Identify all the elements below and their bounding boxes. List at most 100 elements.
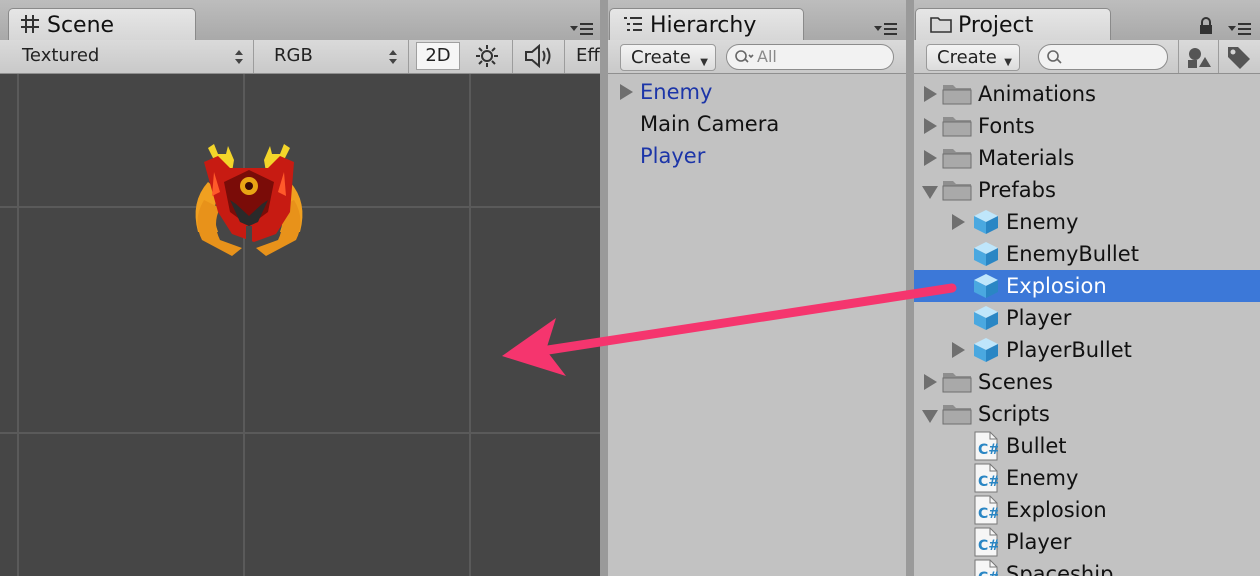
scene-viewport[interactable] [0,74,600,576]
render-mode-dropdown[interactable]: RGB [264,42,404,70]
project-script-spaceship[interactable]: C# Spaceship [914,558,1260,576]
hierarchy-tab-strip: Hierarchy [608,0,906,41]
tab-project[interactable]: Project [915,8,1111,41]
folder-icon [942,181,972,201]
project-create-button[interactable]: Create ▼ [926,44,1020,71]
prefab-cube-icon [974,274,998,298]
project-script-explosion[interactable]: C# Explosion [914,494,1260,526]
disclosure-triangle-icon[interactable] [952,342,965,358]
shapes-icon[interactable] [1186,45,1212,69]
project-item-label: PlayerBullet [1006,338,1132,362]
project-toolbar: Create ▼ [914,40,1260,74]
svg-text:C#: C# [978,474,998,490]
shading-mode-label: Textured [22,45,100,66]
project-folder-fonts[interactable]: Fonts [914,110,1260,142]
csharp-script-icon: C# [974,559,998,576]
lock-icon[interactable] [1198,16,1214,36]
prefab-cube-icon [974,306,998,330]
hierarchy-create-label: Create [631,47,691,68]
hierarchy-create-button[interactable]: Create ▼ [620,44,716,71]
effects-label: Eff [576,45,600,66]
project-script-bullet[interactable]: C# Bullet [914,430,1260,462]
lighting-toggle[interactable] [464,42,510,70]
search-icon [1047,50,1062,64]
svg-text:C#: C# [978,570,998,576]
menu-icon[interactable] [568,18,594,38]
hierarchy-item-label: Player [640,144,706,168]
folder-icon [930,17,952,33]
project-prefab-player[interactable]: Player [914,302,1260,334]
shading-mode-dropdown[interactable]: Textured [12,42,252,70]
hierarchy-item-label: Enemy [640,80,713,104]
project-search-input[interactable] [1038,44,1168,70]
disclosure-triangle-icon[interactable] [924,118,937,134]
project-item-label: Explosion [1006,498,1107,522]
toolbar-divider [564,40,565,73]
folder-icon [942,149,972,169]
project-item-label: Enemy [1006,210,1079,234]
disclosure-triangle-icon[interactable] [924,374,937,390]
chevron-down-icon: ▼ [1004,57,1012,68]
disclosure-triangle-open-icon[interactable] [922,186,938,199]
tab-hierarchy-label: Hierarchy [650,13,757,38]
project-tab-strip: Project [914,0,1260,41]
hierarchy-item-enemy[interactable]: Enemy [608,76,906,108]
project-item-label: Explosion [1006,274,1107,298]
hierarchy-item-player[interactable]: Player [608,140,906,172]
folder-icon [942,117,972,137]
disclosure-triangle-icon[interactable] [924,86,937,102]
disclosure-triangle-icon[interactable] [924,150,937,166]
hierarchy-toolbar: Create ▼ All [608,40,906,74]
csharp-script-icon: C# [974,431,998,461]
project-script-enemy[interactable]: C# Enemy [914,462,1260,494]
project-prefab-playerbullet[interactable]: PlayerBullet [914,334,1260,366]
folder-icon [942,85,972,105]
disclosure-triangle-icon[interactable] [620,84,633,100]
tab-hierarchy[interactable]: Hierarchy [609,8,804,41]
project-folder-animations[interactable]: Animations [914,78,1260,110]
project-folder-materials[interactable]: Materials [914,142,1260,174]
hierarchy-panel: Hierarchy Create ▼ All Enemy Main Camera… [608,0,906,576]
hierarchy-item-main-camera[interactable]: Main Camera [608,108,906,140]
project-folder-prefabs[interactable]: Prefabs [914,174,1260,206]
chevron-down-icon: ▼ [700,57,708,68]
project-folder-scripts[interactable]: Scripts [914,398,1260,430]
svg-text:C#: C# [978,442,998,458]
project-item-label: Prefabs [978,178,1056,202]
sun-icon [476,45,498,67]
speaker-icon [525,44,551,68]
hierarchy-search-placeholder: All [757,47,777,66]
project-create-label: Create [937,47,997,68]
tab-scene[interactable]: Scene [8,8,196,41]
project-item-label: Scripts [978,402,1050,426]
disclosure-triangle-open-icon[interactable] [922,410,938,423]
menu-icon[interactable] [872,18,898,38]
audio-toggle[interactable] [514,42,562,70]
toolbar-divider [253,40,254,73]
list-icon [624,17,642,31]
project-item-label: Player [1006,306,1072,330]
tab-scene-label: Scene [47,13,115,38]
project-item-label: Materials [978,146,1075,170]
hierarchy-item-label: Main Camera [640,112,780,136]
tag-icon[interactable] [1226,45,1252,69]
mode-2d-label: 2D [425,45,451,66]
disclosure-triangle-icon[interactable] [952,214,965,230]
updown-arrows-icon [389,50,397,64]
prefab-cube-icon [974,338,998,362]
effects-dropdown[interactable]: Eff [568,42,600,70]
project-panel: Project Create ▼ Animations Fonts Materi… [914,0,1260,576]
project-item-label: Spaceship [1006,562,1114,576]
mode-2d-toggle[interactable]: 2D [416,42,460,70]
project-prefab-enemybullet[interactable]: EnemyBullet [914,238,1260,270]
project-prefab-enemy[interactable]: Enemy [914,206,1260,238]
grid-icon [21,15,39,33]
hierarchy-search-input[interactable]: All [726,44,894,70]
project-folder-scenes[interactable]: Scenes [914,366,1260,398]
csharp-script-icon: C# [974,463,998,493]
project-item-label: Animations [978,82,1097,106]
project-script-player[interactable]: C# Player [914,526,1260,558]
prefab-cube-icon [974,210,998,234]
project-prefab-explosion[interactable]: Explosion [914,270,1260,302]
menu-icon[interactable] [1226,18,1252,38]
